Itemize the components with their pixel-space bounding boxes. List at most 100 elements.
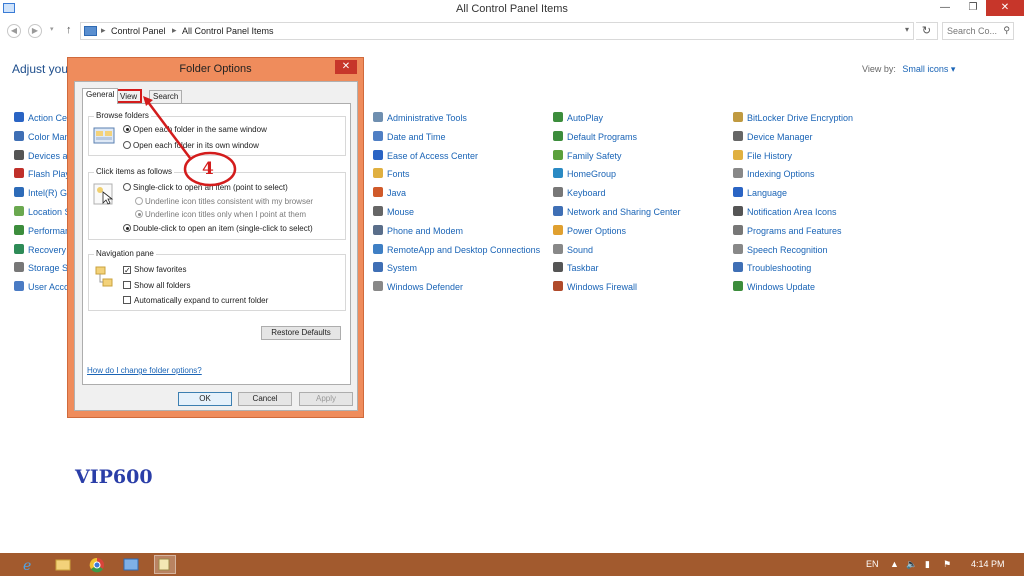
control-panel-item[interactable]: Programs and Features [733,224,842,239]
control-panel-item[interactable]: Flash Play [14,168,70,182]
control-panel-item[interactable]: Speech Recognition [733,243,828,258]
control-panel-item[interactable]: Taskbar [553,262,599,276]
double-click-option[interactable]: Double-click to open an item (single-cli… [123,224,313,233]
underline-browser-option[interactable]: Underline icon titles consistent with my… [135,197,313,206]
radio-icon[interactable] [123,183,131,191]
show-hidden-icons-icon[interactable]: ▲ [890,559,899,569]
control-panel-item[interactable]: Power Options [553,224,626,239]
control-panel-item[interactable]: Default Programs [553,130,637,145]
minimize-button[interactable]: — [932,0,958,16]
control-panel-item[interactable]: Language [733,187,787,201]
tab-general[interactable]: General [82,88,119,104]
control-panel-item[interactable]: RemoteApp and Desktop Connections [373,243,540,258]
back-button[interactable]: ◀ [7,24,21,38]
show-all-folders-option[interactable]: Show all folders [123,281,190,290]
control-panel-item[interactable]: Network and Sharing Center [553,206,681,220]
checkbox-icon[interactable] [123,296,131,304]
address-field[interactable]: ▸ Control Panel ▸ All Control Panel Item… [80,22,914,40]
refresh-button[interactable]: ↻ [916,22,938,40]
control-panel-item[interactable]: Family Safety [553,149,622,164]
close-button[interactable]: ✕ [986,0,1024,16]
item-label: Indexing Options [747,169,815,180]
tab-search[interactable]: Search [149,90,183,103]
show-favorites-option[interactable]: ✓ Show favorites [123,265,186,275]
control-panel-item[interactable]: System [373,262,417,276]
folder-options-taskbar-button[interactable] [154,555,176,574]
control-panel-item[interactable]: Phone and Modem [373,224,463,239]
underline-point-option[interactable]: Underline icon titles only when I point … [135,210,306,219]
item-label: Language [747,188,788,199]
control-panel-item[interactable]: AutoPlay [553,112,603,126]
chevron-down-icon[interactable]: ▾ [905,25,909,34]
checkbox-checked-icon[interactable]: ✓ [123,266,131,275]
control-panel-item[interactable]: Location S [14,206,71,220]
control-panel-item[interactable]: Windows Firewall [553,281,637,295]
language-indicator[interactable]: EN [866,559,879,569]
control-panel-item[interactable]: User Acco [14,281,69,295]
control-panel-item[interactable]: Intel(R) Gr [14,187,70,201]
item-label: BitLocker Drive Encryption [747,113,854,123]
ok-button[interactable]: OK [178,392,232,406]
help-link[interactable]: How do I change folder options? [87,366,202,375]
control-panel-item[interactable]: Sound [553,243,593,258]
chrome-taskbar-button[interactable] [86,555,108,574]
control-panel-item[interactable]: Ease of Access Center [373,149,478,164]
restore-defaults-button[interactable]: Restore Defaults [261,326,341,340]
action-center-flag-icon[interactable]: ⚑ [943,559,951,570]
control-panel-item[interactable]: Action Ce [14,112,67,126]
clock[interactable]: 4:14 PM [971,559,1005,569]
control-panel-item[interactable]: Mouse [373,206,414,220]
search-input[interactable]: Search Co... ⚲ [942,22,1014,40]
radio-icon[interactable] [135,197,143,205]
breadcrumb-control-panel[interactable]: Control Panel [111,26,166,36]
radio-icon[interactable] [123,141,131,149]
recent-dropdown-icon[interactable]: ▾ [50,25,54,33]
cancel-button[interactable]: Cancel [238,392,292,406]
view-by-dropdown[interactable]: Small icons ▾ [902,64,955,74]
control-panel-item[interactable]: Performan [14,224,70,239]
control-panel-item[interactable]: Fonts [373,168,410,182]
checkbox-icon[interactable] [123,281,131,289]
control-panel-item[interactable]: Keyboard [553,187,606,201]
apply-button[interactable]: Apply [299,392,353,406]
maximize-button[interactable]: ❐ [960,0,986,16]
tab-view[interactable]: View [115,89,143,103]
control-panel-item[interactable]: Notification Area Icons [733,206,837,220]
control-panel-item[interactable]: Java [373,187,406,201]
control-panel-item[interactable]: Color Man [14,130,70,145]
forward-button[interactable]: ▶ [28,24,42,38]
control-panel-item[interactable]: Recovery [14,243,66,258]
internet-explorer-icon: e [23,558,31,574]
radio-checked-icon[interactable] [135,210,143,218]
control-panel-item[interactable]: Administrative Tools [373,112,467,126]
auto-expand-option[interactable]: Automatically expand to current folder [123,296,268,305]
item-label: Mouse [387,207,415,217]
control-panel-item[interactable]: Storage Sp [14,262,73,276]
control-panel-item[interactable]: Indexing Options [733,168,815,182]
control-panel-item[interactable]: HomeGroup [553,168,616,182]
control-panel-item[interactable]: File History [733,149,792,164]
browse-same-window-option[interactable]: Open each folder in the same window [123,125,267,134]
dialog-close-button[interactable]: ✕ [335,60,357,74]
control-panel-taskbar-button[interactable] [120,555,142,574]
control-panel-item[interactable]: Date and Time [373,130,446,145]
dialog-title: Folder Options [179,63,252,75]
browse-own-window-option[interactable]: Open each folder in its own window [123,141,259,150]
up-button[interactable]: ↑ [66,24,72,36]
radio-checked-icon[interactable] [123,125,131,133]
control-panel-item[interactable]: Windows Defender [373,281,463,295]
item-label: Taskbar [567,263,599,274]
breadcrumb-all-items[interactable]: All Control Panel Items [182,26,274,36]
explorer-taskbar-button[interactable] [52,555,74,574]
network-icon[interactable]: ▮ [925,559,930,570]
control-panel-item[interactable]: Device Manager [733,130,813,145]
control-panel-item[interactable]: Windows Update [733,281,815,295]
radio-checked-icon[interactable] [123,224,131,232]
single-click-option[interactable]: Single-click to open an item (point to s… [123,183,288,192]
control-panel-item[interactable]: Troubleshooting [733,262,811,276]
control-panel-item[interactable]: BitLocker Drive Encryption [733,112,853,126]
volume-icon[interactable]: 🔈 [906,559,917,570]
control-panel-item[interactable]: Devices an [14,149,73,164]
ie-taskbar-button[interactable]: e [18,555,40,574]
item-icon [14,243,24,254]
